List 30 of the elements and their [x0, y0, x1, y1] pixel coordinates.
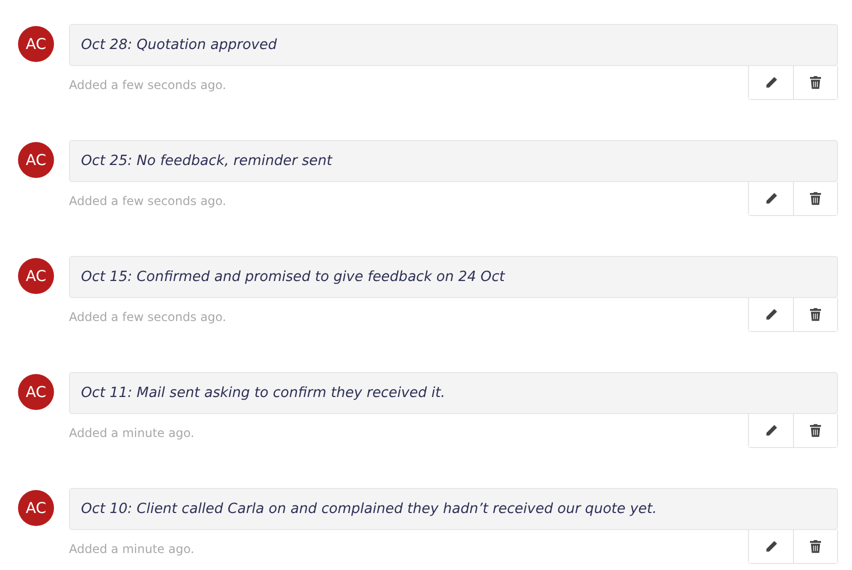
avatar: AC	[18, 490, 54, 526]
timestamp: Added a few seconds ago.	[69, 310, 226, 324]
avatar: AC	[18, 26, 54, 62]
trash-icon	[810, 76, 821, 89]
trash-icon	[810, 308, 821, 321]
note-text: Oct 10: Client called Carla on and complained they hadn’t received our quote yet.	[69, 488, 838, 530]
timestamp: Added a few seconds ago.	[69, 78, 226, 92]
pencil-icon	[764, 308, 778, 321]
timestamp: Added a few seconds ago.	[69, 194, 226, 208]
delete-button[interactable]	[793, 182, 837, 215]
timestamp: Added a minute ago.	[69, 426, 194, 440]
pencil-icon	[764, 540, 778, 553]
delete-button[interactable]	[793, 66, 837, 99]
pencil-icon	[764, 424, 778, 437]
note-text: Oct 28: Quotation approved	[69, 24, 838, 66]
note-text: Oct 25: No feedback, reminder sent	[69, 140, 838, 182]
delete-button[interactable]	[793, 298, 837, 331]
avatar: AC	[18, 258, 54, 294]
trash-icon	[810, 192, 821, 205]
trash-icon	[810, 540, 821, 553]
pencil-icon	[764, 192, 778, 205]
avatar: AC	[18, 374, 54, 410]
timestamp: Added a minute ago.	[69, 542, 194, 556]
delete-button[interactable]	[793, 530, 837, 563]
note-text: Oct 11: Mail sent asking to confirm they received it.	[69, 372, 838, 414]
avatar: AC	[18, 142, 54, 178]
pencil-icon	[764, 76, 778, 89]
trash-icon	[810, 424, 821, 437]
delete-button[interactable]	[793, 414, 837, 447]
note-text: Oct 15: Confirmed and promised to give feedback on 24 Oct	[69, 256, 838, 298]
